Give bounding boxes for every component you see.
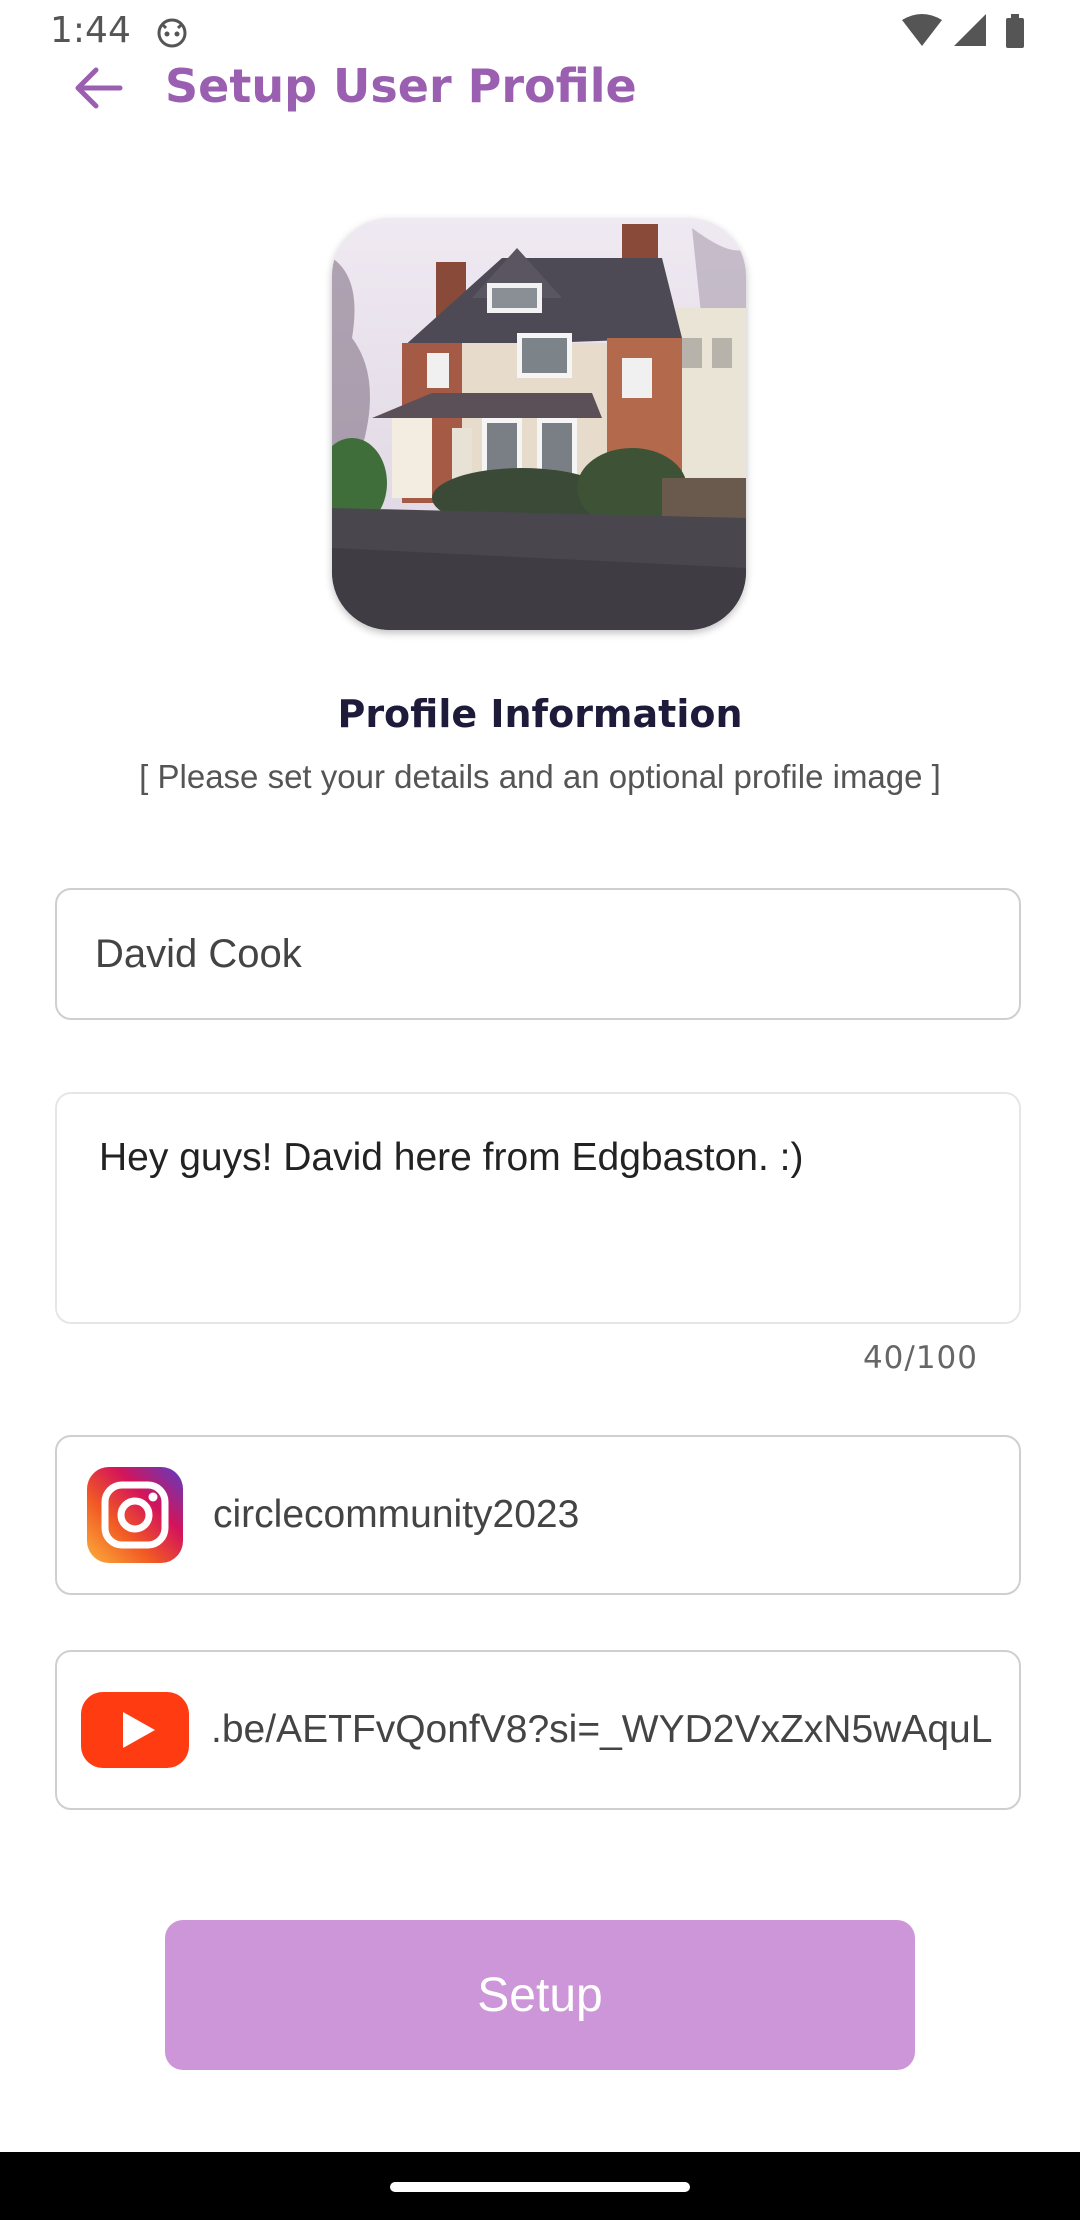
profile-image[interactable]	[332, 218, 746, 630]
status-icons	[902, 14, 1024, 48]
system-nav-bar	[0, 2152, 1080, 2220]
section-subtitle: [ Please set your details and an optiona…	[139, 758, 941, 795]
youtube-field[interactable]	[55, 1650, 1021, 1810]
instagram-icon	[87, 1467, 183, 1563]
bio-field[interactable]: Hey guys! David here from Edgbaston. :)	[55, 1092, 1021, 1324]
page-title: Setup User Profile	[165, 59, 637, 113]
name-field[interactable]	[55, 888, 1021, 1020]
android-face-icon	[157, 18, 187, 48]
bio-char-counter: 40/100	[862, 1340, 978, 1376]
instagram-input[interactable]	[213, 1437, 1013, 1593]
section-title: Profile Information	[337, 692, 743, 736]
setup-button[interactable]: Setup	[165, 1920, 915, 2070]
bio-input[interactable]: Hey guys! David here from Edgbaston. :)	[99, 1134, 979, 1294]
youtube-icon	[81, 1692, 189, 1768]
cell-signal-icon	[954, 14, 986, 46]
back-arrow-icon[interactable]	[66, 58, 130, 122]
instagram-field[interactable]	[55, 1435, 1021, 1595]
youtube-input[interactable]	[211, 1652, 1017, 1808]
house-photo	[332, 218, 746, 630]
name-input[interactable]	[95, 890, 975, 1018]
status-time: 1:44	[50, 10, 131, 51]
wifi-icon	[902, 14, 942, 46]
battery-icon	[1006, 14, 1024, 48]
home-indicator[interactable]	[390, 2182, 690, 2192]
status-bar: 1:44	[0, 0, 1080, 64]
